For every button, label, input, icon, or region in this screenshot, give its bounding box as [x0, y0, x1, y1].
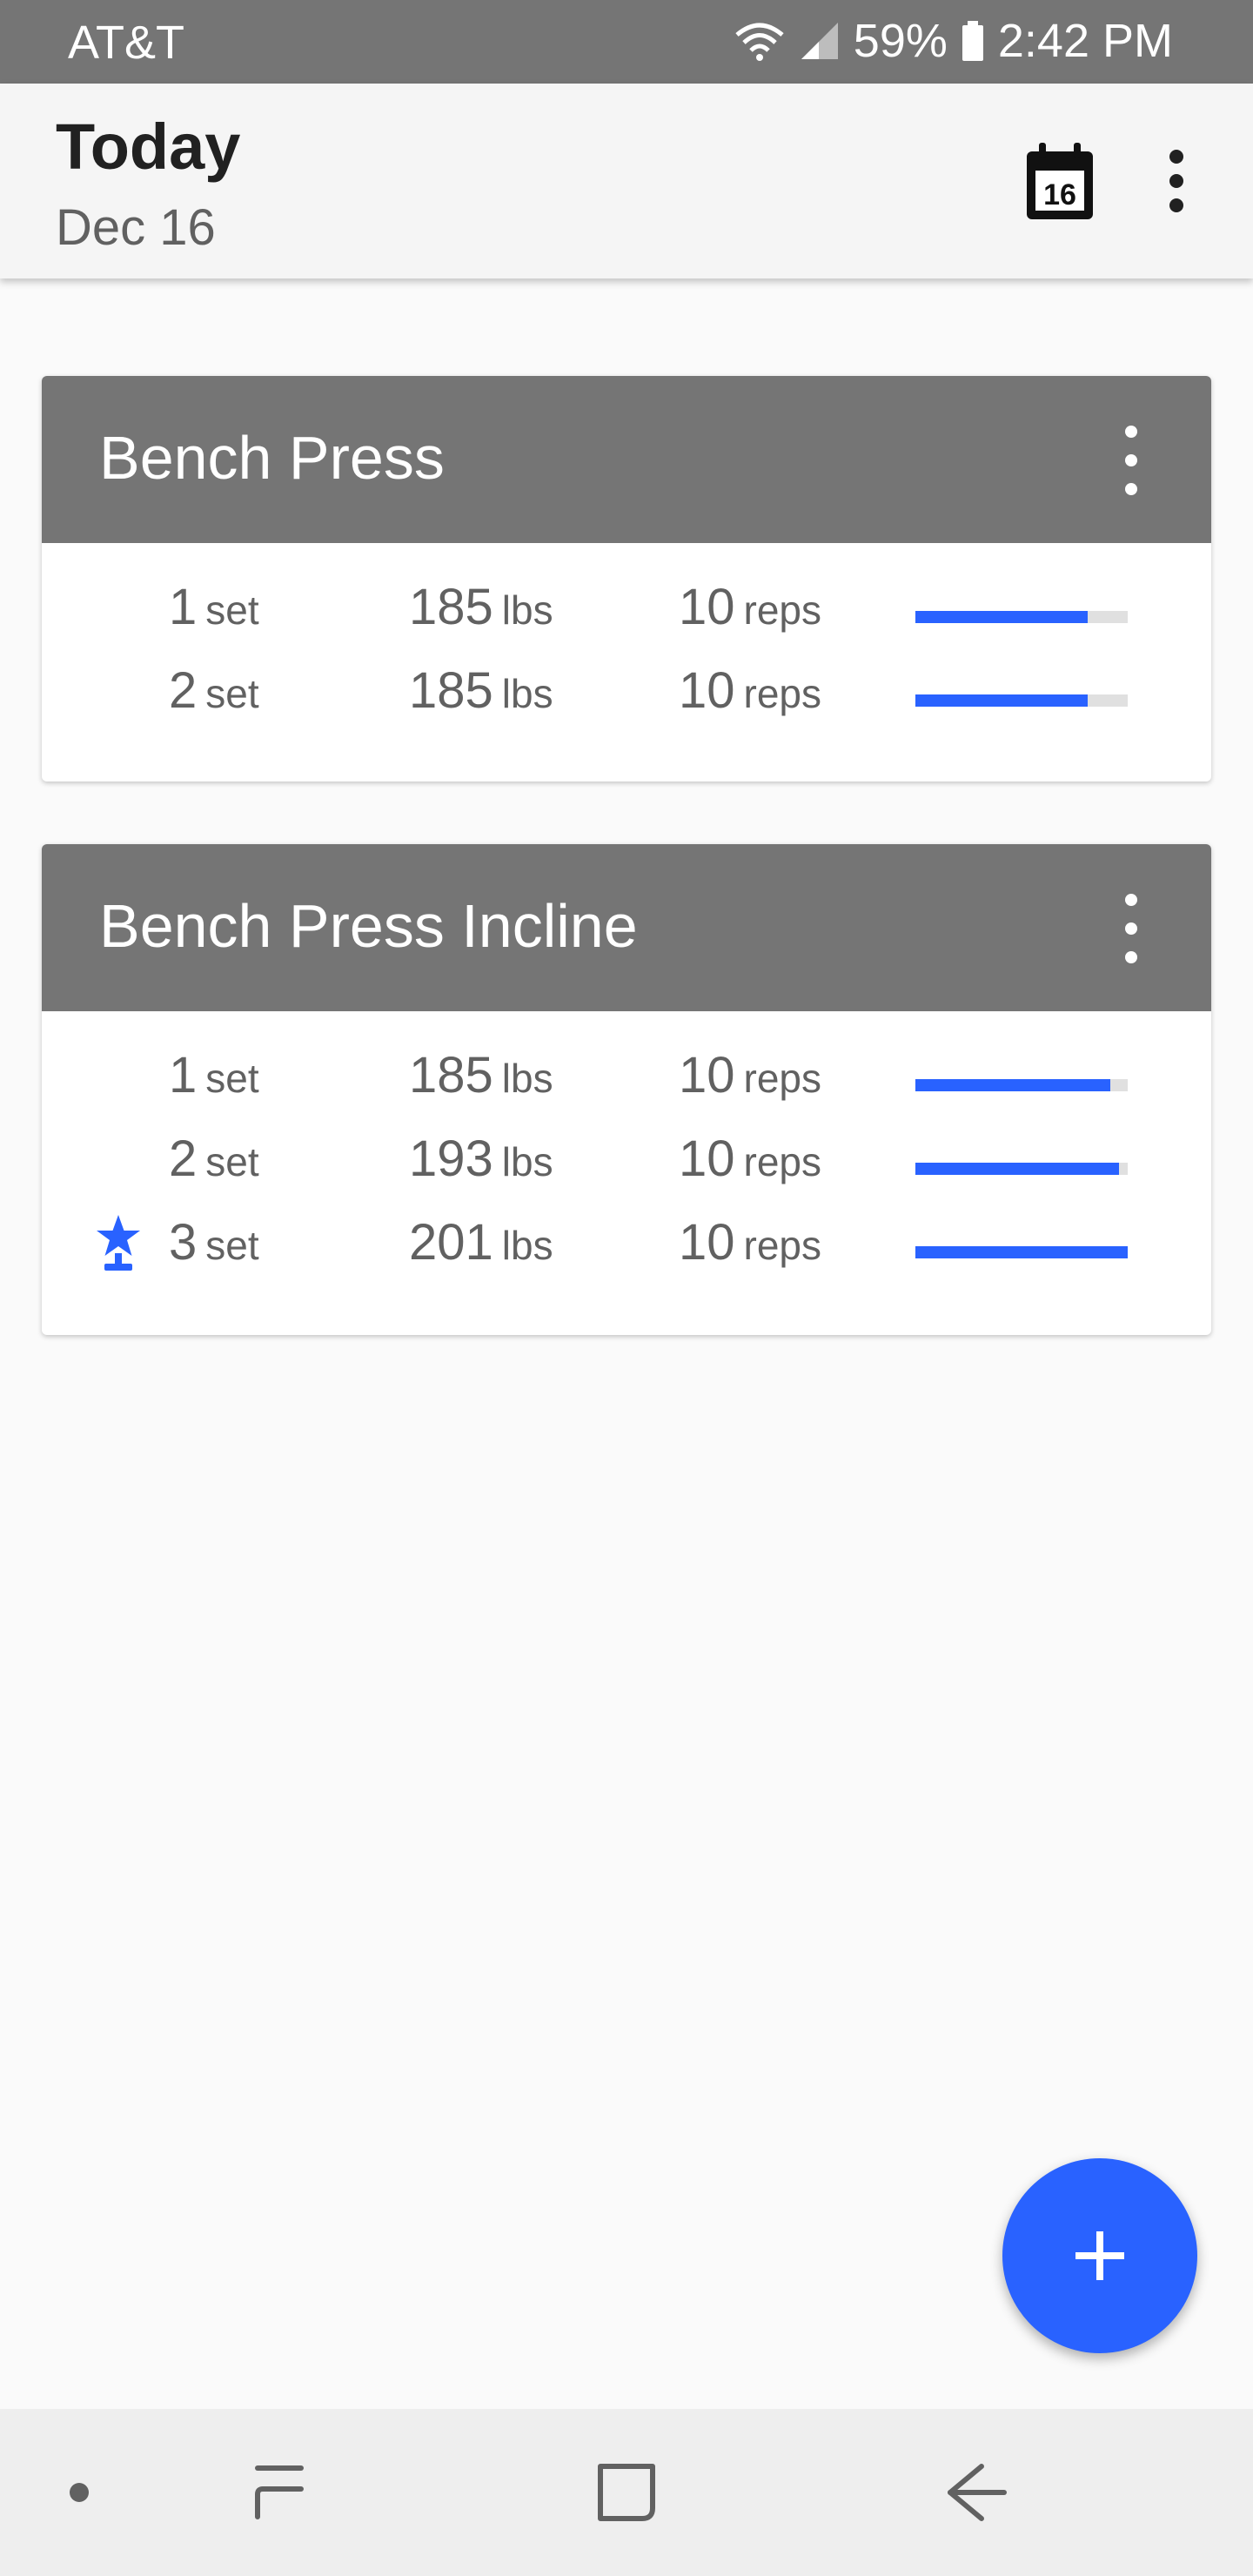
set-number: 2 set: [169, 662, 259, 719]
set-progress-fill: [915, 1163, 1120, 1175]
set-reps: 10 reps: [679, 1130, 821, 1187]
page-title: Today: [56, 111, 241, 183]
clock: 2:42 PM: [997, 15, 1173, 67]
set-weight: 185 lbs: [409, 1047, 553, 1104]
wifi-icon: [735, 23, 784, 61]
back-arrow-icon: [948, 2464, 1007, 2521]
set-reps: 10 reps: [679, 662, 821, 719]
overflow-menu-button[interactable]: [1150, 138, 1203, 225]
set-number: 3 set: [169, 1214, 259, 1271]
calendar-button[interactable]: 16: [1016, 138, 1103, 225]
set-weight: 185 lbs: [409, 662, 553, 719]
set-row[interactable]: 2 set 193 lbs 10 reps: [42, 1123, 1211, 1206]
battery-percent: 59%: [853, 15, 948, 67]
set-row[interactable]: 3 set 201 lbs 10 reps: [42, 1206, 1211, 1290]
set-row[interactable]: 2 set 185 lbs 10 reps: [42, 654, 1211, 738]
set-progress-bar: [915, 611, 1128, 623]
exercise-card-header: Bench Press: [42, 376, 1211, 543]
set-reps: 10 reps: [679, 1047, 821, 1104]
exercise-card-header: Bench Press Incline: [42, 844, 1211, 1011]
add-exercise-button[interactable]: [1002, 2158, 1197, 2353]
calendar-day: 16: [1043, 178, 1076, 211]
set-number: 1 set: [169, 579, 259, 635]
set-progress-fill: [915, 611, 1088, 623]
exercise-title: Bench Press Incline: [99, 892, 638, 960]
calendar-icon: 16: [1027, 143, 1093, 219]
battery-icon: [962, 21, 983, 61]
exercise-card[interactable]: Bench Press 1 set 185 lbs 10 reps 2 set 185 l…: [42, 376, 1211, 782]
app-bar: Today Dec 16 16: [0, 84, 1253, 278]
system-nav-bar: [0, 2409, 1253, 2576]
set-progress-bar: [915, 1163, 1128, 1175]
set-progress-fill: [915, 1246, 1128, 1258]
set-progress-fill: [915, 694, 1088, 707]
recent-apps-button[interactable]: [235, 2409, 322, 2576]
back-button[interactable]: [933, 2409, 1020, 2576]
set-progress-fill: [915, 1079, 1111, 1091]
more-vert-icon: [1169, 150, 1183, 212]
home-icon: [598, 2464, 655, 2521]
set-progress-bar: [915, 694, 1128, 707]
status-indicators: 59% 2:42 PM: [734, 14, 1173, 68]
carrier-label: AT&T: [68, 17, 184, 69]
set-row[interactable]: 1 set 185 lbs 10 reps: [42, 571, 1211, 654]
set-reps: 10 reps: [679, 579, 821, 635]
set-progress-bar: [915, 1246, 1128, 1258]
more-vert-icon[interactable]: [1114, 889, 1149, 968]
set-number: 1 set: [169, 1047, 259, 1104]
dot-icon: [70, 2483, 89, 2502]
add-icon: [1075, 2231, 1124, 2280]
status-bar: AT&T 59% 2:42 PM: [0, 0, 1253, 84]
set-weight: 193 lbs: [409, 1130, 553, 1187]
signal-icon: [801, 23, 838, 59]
exercise-card[interactable]: Bench Press Incline 1 set 185 lbs 10 reps 2…: [42, 844, 1211, 1335]
set-weight: 185 lbs: [409, 579, 553, 635]
set-reps: 10 reps: [679, 1214, 821, 1271]
more-vert-icon[interactable]: [1114, 421, 1149, 500]
home-button[interactable]: [583, 2409, 670, 2576]
recents-icon: [255, 2465, 304, 2519]
set-number: 2 set: [169, 1130, 259, 1187]
set-row[interactable]: 1 set 185 lbs 10 reps: [42, 1039, 1211, 1123]
nav-dot-button[interactable]: [49, 2409, 110, 2576]
set-progress-bar: [915, 1079, 1128, 1091]
exercise-title: Bench Press: [99, 424, 445, 492]
set-weight: 201 lbs: [409, 1214, 553, 1271]
trophy-star-icon: [97, 1215, 140, 1271]
page-date: Dec 16: [56, 199, 216, 256]
